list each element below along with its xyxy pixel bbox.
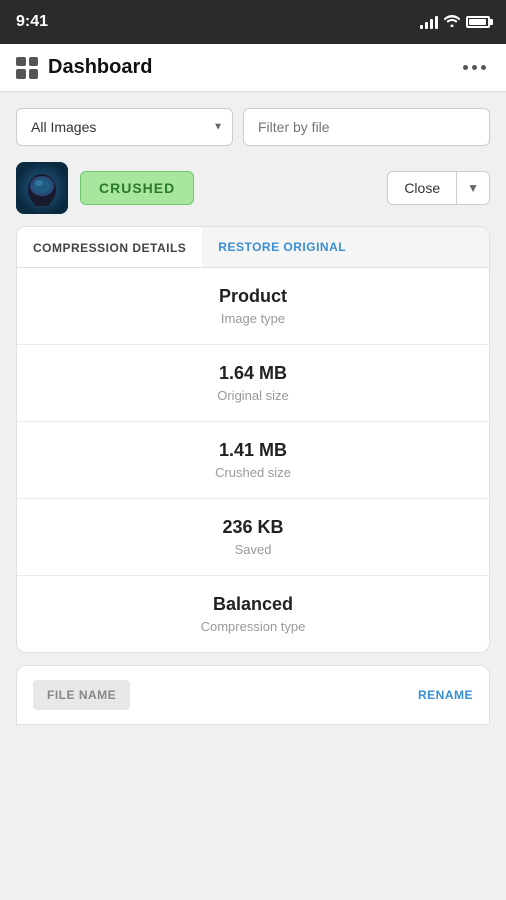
dot-icon: [481, 65, 486, 70]
compression-details-card: COMPRESSION DETAILS RESTORE ORIGINAL Pro…: [16, 226, 490, 653]
detail-value-product: Product: [37, 286, 469, 307]
detail-row-crushed-size: 1.41 MB Crushed size: [17, 422, 489, 499]
detail-value-crushed-size: 1.41 MB: [37, 440, 469, 461]
file-name-card-tabs: FILE NAME RENAME: [17, 666, 489, 725]
compression-details-tab[interactable]: COMPRESSION DETAILS: [17, 227, 202, 267]
battery-icon: [466, 16, 490, 28]
detail-row-original-size: 1.64 MB Original size: [17, 345, 489, 422]
image-type-select[interactable]: All Images JPG PNG GIF WebP: [16, 108, 233, 146]
detail-value-saved: 236 KB: [37, 517, 469, 538]
card-tabs: COMPRESSION DETAILS RESTORE ORIGINAL: [17, 227, 489, 268]
main-content: All Images JPG PNG GIF WebP: [0, 92, 506, 741]
image-item-row: CRUSHED Close ▼: [16, 162, 490, 214]
detail-label-saved: Saved: [37, 542, 469, 557]
restore-original-tab[interactable]: RESTORE ORIGINAL: [202, 227, 362, 267]
image-thumbnail: [16, 162, 68, 214]
chevron-down-icon: ▼: [467, 181, 479, 195]
detail-label-image-type: Image type: [37, 311, 469, 326]
crushed-badge: CRUSHED: [80, 171, 194, 205]
dashboard-grid-icon: [16, 57, 38, 79]
page-title: Dashboard: [48, 56, 152, 79]
status-icons: [420, 14, 490, 30]
detail-label-compression-type: Compression type: [37, 619, 469, 634]
filter-row: All Images JPG PNG GIF WebP: [16, 108, 490, 146]
detail-value-original-size: 1.64 MB: [37, 363, 469, 384]
close-dropdown-button[interactable]: ▼: [457, 172, 489, 204]
file-name-card: FILE NAME RENAME: [16, 665, 490, 725]
detail-row-saved: 236 KB Saved: [17, 499, 489, 576]
file-name-tab: FILE NAME: [33, 680, 130, 710]
detail-label-original-size: Original size: [37, 388, 469, 403]
thumbnail-svg: [16, 162, 68, 214]
detail-row-image-type: Product Image type: [17, 268, 489, 345]
rename-tab[interactable]: RENAME: [418, 680, 473, 710]
close-button[interactable]: Close: [388, 172, 457, 204]
close-button-group: Close ▼: [387, 171, 490, 205]
status-time: 9:41: [16, 13, 48, 31]
signal-icon: [420, 15, 438, 29]
more-options-button[interactable]: [459, 61, 490, 74]
app-header: Dashboard: [0, 44, 506, 92]
header-left: Dashboard: [16, 56, 152, 79]
wifi-icon: [444, 14, 460, 30]
filter-by-file-input[interactable]: [243, 108, 490, 146]
detail-label-crushed-size: Crushed size: [37, 465, 469, 480]
dot-icon: [472, 65, 477, 70]
status-bar: 9:41: [0, 0, 506, 44]
image-type-select-wrapper: All Images JPG PNG GIF WebP: [16, 108, 233, 146]
detail-row-compression-type: Balanced Compression type: [17, 576, 489, 652]
dot-icon: [463, 65, 468, 70]
detail-value-balanced: Balanced: [37, 594, 469, 615]
